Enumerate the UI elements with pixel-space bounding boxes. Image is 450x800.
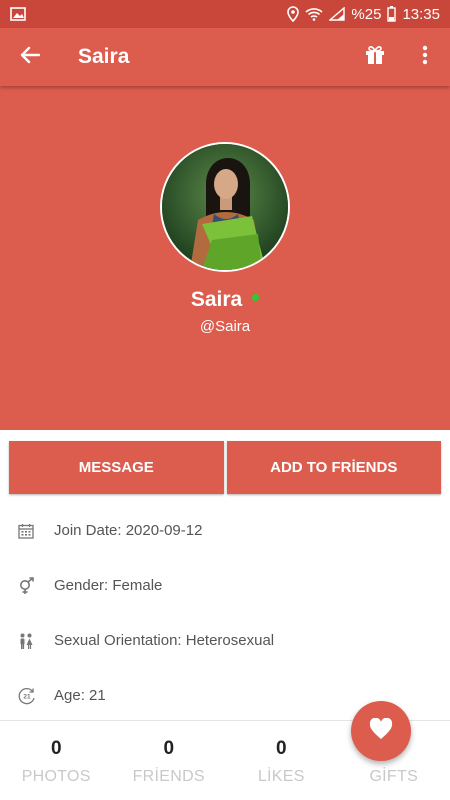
stat-photos[interactable]: 0 PHOTOS: [0, 721, 113, 800]
gift-button[interactable]: [350, 28, 400, 86]
toolbar: Saira: [0, 28, 450, 86]
back-button[interactable]: [0, 28, 60, 86]
location-icon: [287, 6, 300, 22]
stat-photos-label: PHOTOS: [21, 768, 91, 785]
signal-icon: [329, 7, 346, 21]
stat-gifts-label: GİFTS: [369, 768, 419, 785]
join-date-row: Join Date: 2020-09-12: [0, 503, 450, 558]
wifi-icon: [305, 7, 323, 21]
battery-percent: %25: [351, 5, 382, 23]
stat-likes-label: LİKES: [257, 768, 305, 785]
calendar-icon: [18, 523, 54, 539]
gender-row: Gender: Female: [0, 558, 450, 613]
heart-icon: [369, 717, 393, 745]
profile-name-text: Saira: [190, 288, 243, 311]
age-icon: 21: [18, 687, 54, 705]
stat-friends-label: FRİENDS: [132, 768, 205, 785]
like-button[interactable]: [351, 701, 411, 761]
stat-likes[interactable]: 0 LİKES: [225, 721, 338, 800]
stat-likes-count: 0: [275, 738, 287, 759]
page-title: Saira: [78, 45, 130, 68]
avatar[interactable]: [160, 142, 290, 272]
join-date-text: Join Date: 2020-09-12: [54, 522, 203, 539]
stat-photos-count: 0: [50, 738, 62, 759]
profile-name: Saira: [0, 288, 450, 312]
age-text: Age: 21: [54, 687, 106, 704]
profile-actions: MESSAGE ADD TO FRİENDS: [9, 441, 441, 494]
more-options-button[interactable]: [400, 28, 450, 86]
image-icon: [10, 7, 26, 21]
profile-header: Saira @Saira: [0, 86, 450, 430]
profile-info-list: Join Date: 2020-09-12 Gender: Female Sex…: [0, 503, 450, 723]
add-to-friends-button[interactable]: ADD TO FRİENDS: [226, 441, 441, 494]
stat-friends-count: 0: [163, 738, 175, 759]
online-status-dot: [252, 293, 260, 301]
profile-username: @Saira: [199, 318, 251, 335]
stat-friends[interactable]: 0 FRİENDS: [113, 721, 226, 800]
gender-text: Gender: Female: [54, 577, 163, 594]
more-vert-icon: [422, 45, 428, 70]
gender-icon: [18, 576, 54, 595]
orientation-row: Sexual Orientation: Heterosexual: [0, 613, 450, 668]
status-time: 13:35: [402, 5, 440, 23]
back-arrow-icon: [20, 46, 41, 69]
gift-icon: [365, 45, 385, 70]
status-bar: %25 13:35: [0, 0, 450, 28]
orientation-text: Sexual Orientation: Heterosexual: [54, 632, 275, 649]
battery-icon: [387, 6, 397, 22]
age-icon-text: 21: [23, 693, 31, 700]
people-icon: [18, 633, 54, 649]
message-button[interactable]: MESSAGE: [9, 441, 224, 494]
